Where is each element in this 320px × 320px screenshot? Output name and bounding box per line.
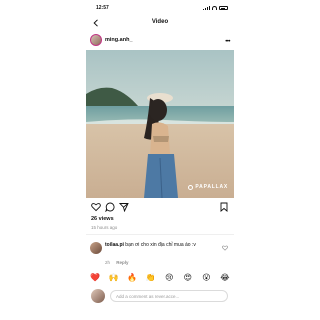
post-username[interactable]: ming.anh_ bbox=[105, 37, 133, 43]
status-icons bbox=[203, 6, 228, 10]
current-user-avatar bbox=[91, 289, 105, 303]
beach-scene bbox=[86, 50, 234, 198]
nav-bar: Video bbox=[86, 16, 234, 30]
reply-button[interactable]: Reply bbox=[116, 260, 128, 265]
post-timestamp: 15 hours ago bbox=[91, 225, 118, 230]
reaction-clap[interactable]: 👏 bbox=[144, 272, 158, 284]
reaction-cry[interactable]: 😢 bbox=[162, 272, 176, 284]
comment-input[interactable] bbox=[110, 290, 228, 302]
view-count[interactable]: 26 views bbox=[91, 216, 114, 222]
comment-time: 2h bbox=[105, 260, 111, 265]
comment-like-icon[interactable] bbox=[222, 245, 228, 251]
reaction-raised-hands[interactable]: 🙌 bbox=[107, 272, 121, 284]
reaction-laugh[interactable]: 😂 bbox=[218, 272, 232, 284]
quick-reactions: ❤️ 🙌 🔥 👏 😢 😍 😮 😂 bbox=[88, 272, 232, 284]
comment-meta: 2h Reply bbox=[105, 260, 129, 265]
post-actions bbox=[86, 200, 234, 214]
phone-screen: 12:57 Video ming.anh_ ••• PAPALLAX 26 vi… bbox=[86, 0, 234, 320]
comment-username[interactable]: toilaa.pi bbox=[105, 242, 124, 248]
comment-item: toilaa.pi bạn ơi cho xin địa chỉ mua áo … bbox=[86, 240, 234, 270]
bookmark-icon[interactable] bbox=[219, 202, 229, 212]
divider bbox=[86, 234, 234, 235]
battery-icon bbox=[219, 6, 228, 10]
comment-avatar[interactable] bbox=[90, 242, 102, 254]
post-video[interactable]: PAPALLAX bbox=[86, 50, 234, 198]
post-header: ming.anh_ ••• bbox=[86, 33, 234, 49]
paper-plane-icon[interactable] bbox=[119, 202, 129, 212]
avatar[interactable] bbox=[90, 34, 102, 46]
comment-icon[interactable] bbox=[105, 202, 115, 212]
signal-icon bbox=[203, 6, 210, 10]
watermark: PAPALLAX bbox=[188, 184, 228, 190]
watermark-text: PAPALLAX bbox=[195, 184, 228, 190]
wifi-icon bbox=[212, 6, 217, 10]
status-bar: 12:57 bbox=[86, 4, 234, 14]
heart-icon[interactable] bbox=[91, 202, 101, 212]
reaction-fire[interactable]: 🔥 bbox=[125, 272, 139, 284]
comment-text: bạn ơi cho xin địa chỉ mua áo :v bbox=[125, 242, 196, 248]
reaction-heart[interactable]: ❤️ bbox=[88, 272, 102, 284]
page-title: Video bbox=[151, 19, 169, 25]
reaction-wow[interactable]: 😮 bbox=[199, 272, 213, 284]
comment-bar bbox=[86, 288, 234, 304]
status-time: 12:57 bbox=[96, 5, 109, 11]
reaction-heart-eyes[interactable]: 😍 bbox=[181, 272, 195, 284]
watermark-logo-icon bbox=[188, 184, 194, 190]
comment-body: toilaa.pi bạn ơi cho xin địa chỉ mua áo … bbox=[105, 242, 217, 249]
more-horizontal-icon[interactable]: ••• bbox=[225, 39, 230, 45]
